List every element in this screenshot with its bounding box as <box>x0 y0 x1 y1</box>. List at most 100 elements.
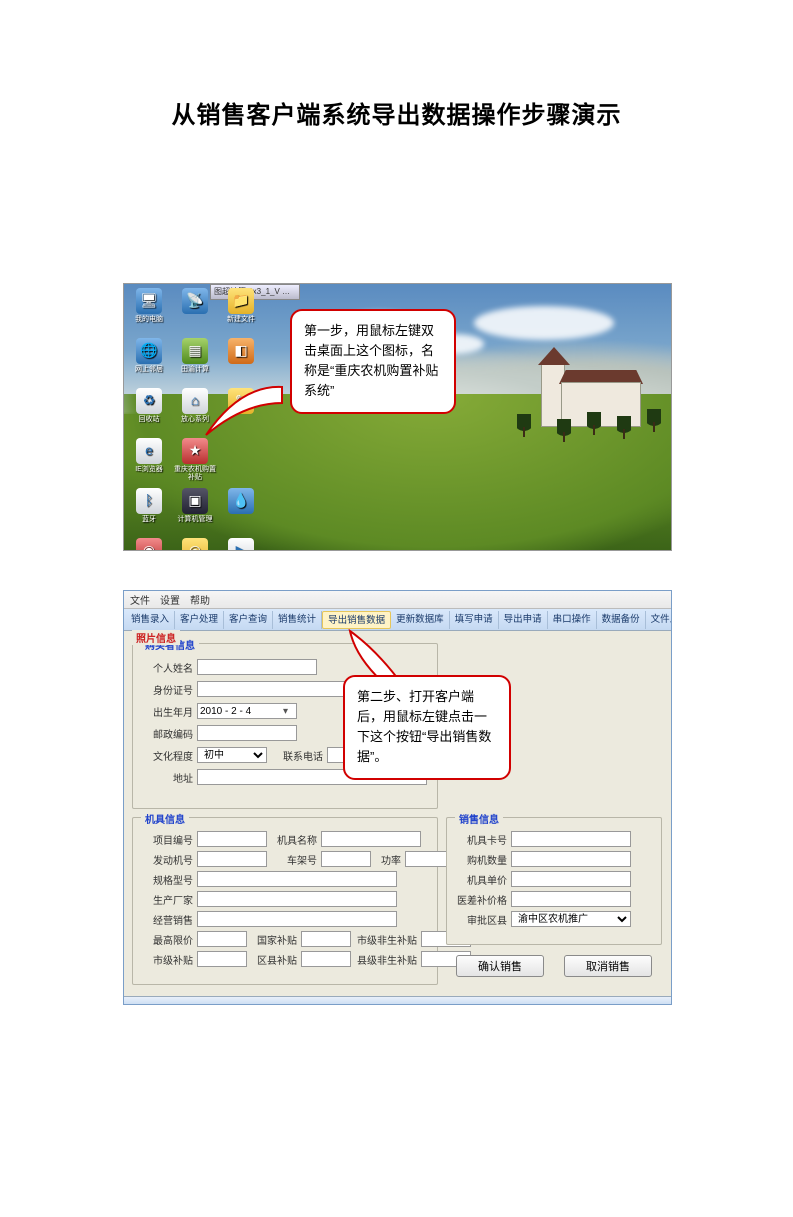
label-name: 个人姓名 <box>139 660 193 675</box>
label-diff: 医差补价格 <box>453 892 507 907</box>
group-machine-title: 机具信息 <box>141 811 189 826</box>
desktop-icon-17[interactable]: ▶FlashGame <box>220 538 262 551</box>
toolbar-btn-8[interactable]: 串口操作 <box>548 611 597 629</box>
label-addr: 地址 <box>139 770 193 785</box>
desktop-icon-label: 田渝计算 <box>181 366 209 374</box>
input-birth[interactable] <box>197 703 297 719</box>
desktop-icon-12[interactable]: ᛒ蓝牙 <box>128 488 170 536</box>
label-city-row: 市级补贴 <box>139 952 193 967</box>
statusbar <box>124 996 671 1004</box>
desktop-icon-9[interactable]: e IE浏览器 <box>128 438 170 486</box>
desktop-icon-16[interactable]: ◎GoldCnm <box>174 538 216 551</box>
desktop-icon-glyph: 💧 <box>228 488 254 514</box>
input-mname[interactable] <box>321 831 421 847</box>
toolbar-btn-2[interactable]: 客户查询 <box>224 611 273 629</box>
toolbar: 销售录入客户处理客户查询销售统计导出销售数据更新数据库填写申请导出申请串口操作数… <box>124 609 671 631</box>
label-dist-sub: 区县补贴 <box>247 952 297 967</box>
desktop-icon-10[interactable]: ★重庆农机购置补贴 <box>174 438 216 486</box>
confirm-sale-button[interactable]: 确认销售 <box>456 955 544 977</box>
desktop-icon-glyph: ◎ <box>182 538 208 551</box>
desktop-icon-glyph: ▦ <box>182 338 208 364</box>
desktop-icon-6[interactable]: ♻ 回收站 <box>128 388 170 436</box>
input-engine[interactable] <box>197 851 267 867</box>
menu-帮助[interactable]: 帮助 <box>190 592 210 607</box>
group-sale: 销售信息 机具卡号 购机数量 机具单价 医差补价格 审批区县 渝中区农机推广 <box>446 817 662 945</box>
toolbar-btn-5[interactable]: 更新数据库 <box>391 611 450 629</box>
desktop-icon-glyph: ◉ <box>136 538 162 551</box>
cancel-sale-button[interactable]: 取消销售 <box>564 955 652 977</box>
input-price[interactable] <box>511 871 631 887</box>
label-model: 规格型号 <box>139 872 193 887</box>
desktop-icon-glyph: 🌐 <box>136 338 162 364</box>
desktop-icon-0[interactable]: 🖥 我的电脑 <box>128 288 170 336</box>
toolbar-btn-4[interactable]: 导出销售数据 <box>322 611 391 629</box>
group-photo-title: 照片信息 <box>132 630 180 645</box>
label-factory: 生产厂家 <box>139 892 193 907</box>
desktop-icon-label: 新建文件 <box>227 316 255 324</box>
desktop-icon-2[interactable]: 📁新建文件 <box>220 288 262 336</box>
desktop-icon-glyph: ▶ <box>228 538 254 551</box>
menu-文件[interactable]: 文件 <box>130 592 150 607</box>
desktop-icon-15[interactable]: ◉购置补贴 <box>128 538 170 551</box>
desktop-icon-11[interactable] <box>220 438 262 486</box>
menu-设置[interactable]: 设置 <box>160 592 180 607</box>
input-qty[interactable] <box>511 851 631 867</box>
toolbar-btn-6[interactable]: 填写申请 <box>450 611 499 629</box>
label-qty: 购机数量 <box>453 852 507 867</box>
toolbar-btn-3[interactable]: 销售统计 <box>273 611 322 629</box>
desktop-icon-glyph: e <box>136 438 162 464</box>
input-dist-sub[interactable] <box>301 951 351 967</box>
desktop-icon-14[interactable]: 💧 <box>220 488 262 536</box>
label-post: 邮政编码 <box>139 726 193 741</box>
toolbar-btn-0[interactable]: 销售录入 <box>126 611 175 629</box>
label-code: 项目编号 <box>139 832 193 847</box>
label-ctry-sub2: 县级非生补贴 <box>351 952 417 967</box>
label-price: 机具单价 <box>453 872 507 887</box>
desktop-icon-glyph: ◧ <box>228 338 254 364</box>
input-id[interactable] <box>197 681 357 697</box>
label-engine: 发动机号 <box>139 852 193 867</box>
callout-step1: 第一步，用鼠标左键双击桌面上这个图标，名称是“重庆农机购置补贴系统” <box>290 309 456 414</box>
label-phone: 联系电话 <box>267 748 323 763</box>
desktop-icon-13[interactable]: ▣计算机管理 <box>174 488 216 536</box>
select-education[interactable]: 初中 <box>197 747 267 763</box>
label-ctry-sub: 国家补贴 <box>247 932 297 947</box>
input-frame[interactable] <box>321 851 371 867</box>
desktop-icon-label: 蓝牙 <box>142 516 156 524</box>
input-max[interactable] <box>197 931 247 947</box>
input-code[interactable] <box>197 831 267 847</box>
label-city-sub: 市级非生补贴 <box>351 932 417 947</box>
desktop-icon-glyph: 🖥 <box>136 288 162 314</box>
toolbar-btn-1[interactable]: 客户处理 <box>175 611 224 629</box>
desktop-icon-glyph: ♻ <box>136 388 162 414</box>
select-area[interactable]: 渝中区农机推广 <box>511 911 631 927</box>
input-city-row[interactable] <box>197 951 247 967</box>
toolbar-btn-9[interactable]: 数据备份 <box>597 611 646 629</box>
desktop-icon-label: IE浏览器 <box>135 466 163 474</box>
input-factory[interactable] <box>197 891 397 907</box>
desktop-icon-label: 网上邻居 <box>135 366 163 374</box>
toolbar-btn-7[interactable]: 导出申请 <box>499 611 548 629</box>
desktop-icon-label: 我的电脑 <box>135 316 163 324</box>
label-id: 身份证号 <box>139 682 193 697</box>
input-ctry-sub[interactable] <box>301 931 351 947</box>
group-sale-title: 销售信息 <box>455 811 503 826</box>
desktop-icon-label: 重庆农机购置补贴 <box>174 466 216 481</box>
input-post[interactable] <box>197 725 297 741</box>
label-card: 机具卡号 <box>453 832 507 847</box>
input-model[interactable] <box>197 871 397 887</box>
desktop-icon-label: 回收站 <box>139 416 160 424</box>
desktop-icon-glyph: ▣ <box>182 488 208 514</box>
label-mname: 机具名称 <box>267 832 317 847</box>
page-title: 从销售客户端系统导出数据操作步骤演示 <box>0 95 793 130</box>
input-card[interactable] <box>511 831 631 847</box>
input-name[interactable] <box>197 659 317 675</box>
label-max: 最高限价 <box>139 932 193 947</box>
input-dealer[interactable] <box>197 911 397 927</box>
label-power: 功率 <box>371 852 401 867</box>
toolbar-btn-10[interactable]: 文件上报 <box>646 611 672 629</box>
label-edu: 文化程度 <box>139 748 193 763</box>
desktop-icon-3[interactable]: 🌐 网上邻居 <box>128 338 170 386</box>
desktop-icon-1[interactable]: 📡 <box>174 288 216 336</box>
input-diff[interactable] <box>511 891 631 907</box>
